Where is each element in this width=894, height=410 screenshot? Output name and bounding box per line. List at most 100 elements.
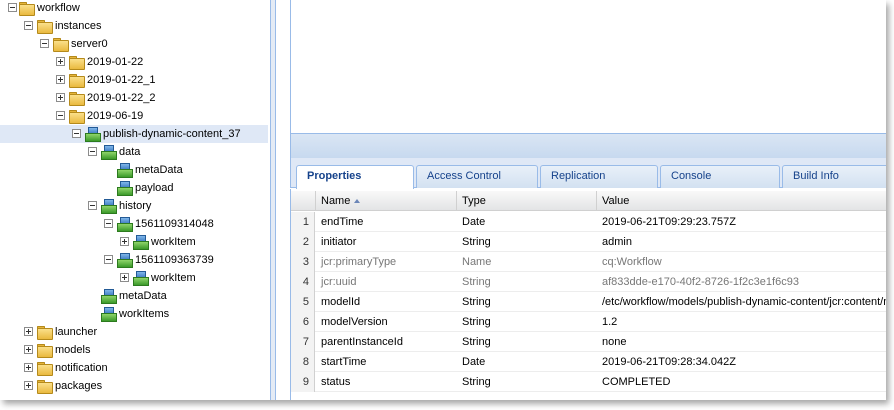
expand-icon[interactable]	[24, 381, 33, 390]
tree-node[interactable]: 2019-06-19	[0, 107, 268, 125]
folder-icon	[36, 378, 53, 394]
expand-icon[interactable]	[56, 93, 65, 102]
table-row[interactable]: 5 modelId String/etc/workflow/models/publi…	[291, 292, 886, 312]
tree-node-label: 2019-01-22	[87, 56, 144, 68]
collapse-icon[interactable]	[72, 129, 81, 138]
property-type: String	[462, 336, 491, 348]
collapse-icon[interactable]	[104, 255, 113, 264]
tree-node[interactable]: server0	[0, 35, 268, 53]
tree-node-label: workItems	[119, 308, 170, 320]
table-row[interactable]: 7 parentInstanceId String none	[291, 332, 886, 352]
tree-node[interactable]: models	[0, 341, 268, 359]
expand-icon[interactable]	[24, 345, 33, 354]
tab-build-info[interactable]: Build Info	[782, 165, 886, 188]
pane-splitter[interactable]	[270, 0, 276, 400]
tree-node[interactable]: payload	[0, 179, 268, 197]
tree-node[interactable]: workflow	[0, 0, 268, 17]
collapse-icon[interactable]	[24, 21, 33, 30]
tree-node[interactable]: workItem	[0, 233, 268, 251]
tree-node-label: 2019-01-22_1	[87, 74, 156, 86]
tree-node[interactable]: launcher	[0, 323, 268, 341]
row-number: 4	[291, 272, 315, 292]
tree-node-label: history	[119, 200, 152, 212]
property-value: COMPLETED	[602, 376, 671, 388]
editor-area	[290, 0, 886, 134]
tree-node[interactable]: metaData	[0, 161, 268, 179]
tree-node[interactable]: workItem	[0, 269, 268, 287]
property-type: String	[462, 296, 491, 308]
tree-node[interactable]: publish-dynamic-content_37	[0, 125, 268, 143]
property-value: 2019-06-21T09:28:34.042Z	[602, 356, 736, 368]
property-name: modelVersion	[321, 316, 388, 328]
tree-node-label: server0	[71, 38, 108, 50]
expand-icon[interactable]	[120, 273, 129, 282]
tree-node[interactable]: notification	[0, 359, 268, 377]
expand-icon[interactable]	[56, 75, 65, 84]
expand-icon[interactable]	[24, 363, 33, 372]
property-name: status	[321, 376, 351, 388]
header-name[interactable]: Name	[316, 191, 457, 211]
tree-node[interactable]: 2019-01-22_2	[0, 89, 268, 107]
tree-node-label: models	[55, 344, 91, 356]
expand-icon[interactable]	[24, 327, 33, 336]
tree-node-label: packages	[55, 380, 103, 392]
tree-node[interactable]: 1561109363739	[0, 251, 268, 269]
tab-properties[interactable]: Properties	[296, 165, 414, 189]
property-type: String	[462, 316, 491, 328]
table-row[interactable]: 9 status String COMPLETED	[291, 372, 886, 392]
tree-node-label: 2019-01-22_2	[87, 92, 156, 104]
property-type: String	[462, 276, 491, 288]
sort-ascending-icon	[354, 199, 361, 204]
tree-node[interactable]: instances	[0, 17, 268, 35]
property-name: modelId	[321, 296, 361, 308]
collapse-icon[interactable]	[88, 147, 97, 156]
collapse-icon[interactable]	[56, 111, 65, 120]
expand-icon[interactable]	[120, 237, 129, 246]
tree-node-label: data	[119, 146, 141, 158]
tree-node[interactable]: workItems	[0, 305, 268, 323]
tree-node[interactable]: metaData	[0, 287, 268, 305]
tree-node[interactable]: 1561109314048	[0, 215, 268, 233]
properties-grid: Name Type Value 1 endTime Date 2019-06-21T0…	[290, 189, 886, 400]
tree-node[interactable]: 2019-01-22_1	[0, 71, 268, 89]
row-number: 2	[291, 232, 315, 252]
collapse-icon[interactable]	[88, 201, 97, 210]
table-row[interactable]: 6 modelVersion String 1.2	[291, 312, 886, 332]
property-type: Date	[462, 216, 486, 228]
header-rownum	[291, 191, 316, 211]
editor-toolbar	[290, 134, 886, 158]
collapse-icon[interactable]	[40, 39, 49, 48]
table-row[interactable]: 3 jcr:primaryType Name cq:Workflow	[291, 252, 886, 272]
tree-node-label: workItem	[151, 272, 196, 284]
table-row[interactable]: 4 jcr:uuid String af833dde-e170-40f2-8726-1…	[291, 272, 886, 292]
node-icon	[100, 306, 117, 322]
property-type: String	[462, 376, 491, 388]
header-value[interactable]: Value	[597, 191, 886, 211]
tab-replication[interactable]: Replication	[540, 165, 658, 188]
tab-console[interactable]: Console	[660, 165, 780, 188]
collapse-icon[interactable]	[8, 3, 17, 12]
tree-node[interactable]: packages	[0, 377, 268, 395]
node-icon	[116, 162, 133, 178]
property-value: admin	[602, 236, 632, 248]
node-icon	[116, 216, 133, 232]
tree-node[interactable]: 2019-01-22	[0, 53, 268, 71]
table-row[interactable]: 1 endTime Date 2019-06-21T09:29:23.757Z	[291, 212, 886, 232]
tree-node-label: launcher	[55, 326, 98, 338]
node-icon	[132, 234, 149, 250]
node-icon	[100, 198, 117, 214]
folder-icon	[68, 90, 85, 106]
table-row[interactable]: 8 startTime Date 2019-06-21T09:28:34.042Z	[291, 352, 886, 372]
table-row[interactable]: 2 initiator String admin	[291, 232, 886, 252]
collapse-icon[interactable]	[104, 219, 113, 228]
property-type: Name	[462, 256, 492, 268]
tree-node[interactable]: data	[0, 143, 268, 161]
header-type[interactable]: Type	[457, 191, 597, 211]
tree-node-label: 1561109363739	[135, 254, 214, 266]
folder-icon	[36, 342, 53, 358]
property-name: endTime	[321, 216, 364, 228]
tab-access-control[interactable]: Access Control	[416, 165, 538, 188]
property-value: cq:Workflow	[602, 256, 662, 268]
expand-icon[interactable]	[56, 57, 65, 66]
tree-node[interactable]: history	[0, 197, 268, 215]
